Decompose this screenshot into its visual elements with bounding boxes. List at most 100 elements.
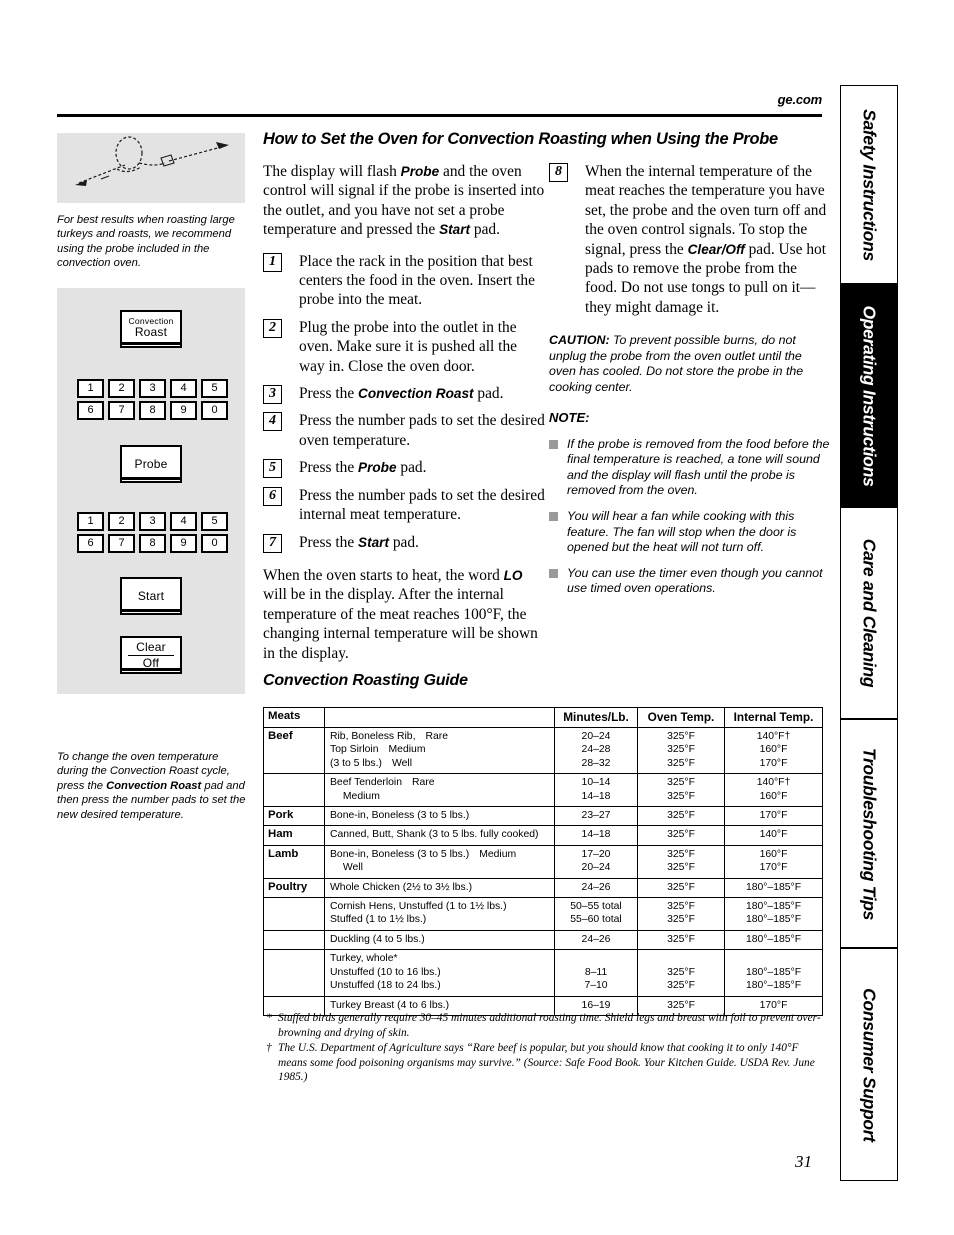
closing-bold-lo: LO bbox=[503, 567, 523, 583]
tab-safety-instructions[interactable]: Safety Instructions bbox=[840, 85, 898, 284]
row-internal-temp: 180°–185°F 180°–185°F bbox=[724, 949, 823, 997]
number-key-6[interactable]: 6 bbox=[77, 401, 104, 420]
header-minutes-per-lb: Minutes/Lb. bbox=[554, 707, 638, 728]
step-2: 2 Plug the probe into the outlet in the … bbox=[263, 318, 545, 376]
footnote-asterisk: * Stuffed birds generally require 30–45 … bbox=[266, 1011, 826, 1040]
row-oven-temp: 325°F 325°F bbox=[637, 844, 725, 879]
instructions-column-right: 8 When the internal temperature of the m… bbox=[549, 162, 832, 597]
tab-troubleshooting-tips[interactable]: Troubleshooting Tips bbox=[840, 719, 898, 948]
step-5-post: pad. bbox=[396, 459, 427, 477]
tab-operating-instructions[interactable]: Operating Instructions bbox=[840, 284, 898, 507]
section-tab-strip: Safety Instructions Operating Instruction… bbox=[840, 85, 898, 1181]
row-description: Whole Chicken (2½ to 3½ lbs.) bbox=[324, 877, 555, 899]
step-4: 4 Press the number pads to set the desir… bbox=[263, 411, 545, 450]
number-key-8[interactable]: 8 bbox=[139, 401, 166, 420]
row-description: Cornish Hens, Unstuffed (1 to 1½ lbs.) St… bbox=[324, 897, 555, 931]
table-row: Beef Tenderloin Rare Medium 10–14 14–18 325°… bbox=[263, 773, 823, 808]
number-key-3[interactable]: 3 bbox=[139, 379, 166, 398]
number-key-2[interactable]: 2 bbox=[108, 379, 135, 398]
table-row: Duckling (4 to 5 lbs.) 24–26 325°F 180°–185… bbox=[263, 929, 823, 951]
number-key-7-b[interactable]: 7 bbox=[108, 534, 135, 553]
row-oven-temp: 325°F bbox=[637, 929, 725, 951]
step-5-number: 5 bbox=[263, 459, 282, 479]
row-category bbox=[263, 949, 325, 997]
number-key-0-b[interactable]: 0 bbox=[201, 534, 228, 553]
number-pad-row-1: 1 2 3 4 5 bbox=[77, 379, 229, 398]
closing-part1: When the oven starts to heat, the word bbox=[263, 566, 504, 584]
row-oven-temp: 325°F bbox=[637, 806, 725, 827]
header-divider bbox=[57, 114, 822, 117]
table-footnotes: * Stuffed birds generally require 30–45 … bbox=[266, 1011, 826, 1085]
step-3: 3 Press the Convection Roast pad. bbox=[263, 384, 545, 405]
step-3-post: pad. bbox=[473, 385, 504, 403]
number-key-0[interactable]: 0 bbox=[201, 401, 228, 420]
footnote-dagger-text: The U.S. Department of Agriculture says … bbox=[278, 1042, 815, 1084]
note-item-3-text: You can use the timer even though you ca… bbox=[567, 565, 823, 596]
step-2-number: 2 bbox=[263, 318, 282, 338]
step-6: 6 Press the number pads to set the desir… bbox=[263, 486, 545, 525]
tab-label: Troubleshooting Tips bbox=[859, 747, 880, 920]
step-8: 8 When the internal temperature of the m… bbox=[549, 162, 832, 317]
row-description: Duckling (4 to 5 lbs.) bbox=[324, 929, 555, 951]
row-category bbox=[263, 897, 325, 931]
closing-part2: will be in the display. After the intern… bbox=[263, 586, 538, 662]
number-key-3-b[interactable]: 3 bbox=[139, 512, 166, 531]
number-key-6-b[interactable]: 6 bbox=[77, 534, 104, 553]
number-key-1[interactable]: 1 bbox=[77, 379, 104, 398]
tab-label: Consumer Support bbox=[859, 987, 880, 1142]
number-key-9-b[interactable]: 9 bbox=[170, 534, 197, 553]
number-pad-row-2: 6 7 8 9 0 bbox=[77, 401, 229, 420]
footnote-asterisk-text: Stuffed birds generally require 30–45 mi… bbox=[278, 1012, 821, 1039]
header-description bbox=[324, 707, 555, 728]
number-key-2-b[interactable]: 2 bbox=[108, 512, 135, 531]
note-label: NOTE: bbox=[549, 409, 590, 425]
convection-roast-pad-underline bbox=[122, 342, 180, 345]
row-oven-temp: 325°F 325°F bbox=[637, 773, 725, 808]
step-2-text: Plug the probe into the outlet in the ov… bbox=[299, 318, 517, 375]
step-3-pre: Press the bbox=[299, 385, 358, 403]
table-header-row: Meats Minutes/Lb. Oven Temp. Internal Te… bbox=[263, 707, 823, 728]
row-minutes-per-lb: 20–24 24–28 28–32 bbox=[554, 726, 638, 775]
table-row: Cornish Hens, Unstuffed (1 to 1½ lbs.) St… bbox=[263, 897, 823, 931]
row-description: Bone-in, Boneless (3 to 5 lbs.) bbox=[324, 806, 555, 827]
step-4-number: 4 bbox=[263, 412, 282, 432]
row-internal-temp: 140°F bbox=[724, 825, 823, 846]
row-description: Beef Tenderloin Rare Medium bbox=[324, 773, 555, 808]
row-minutes-per-lb: 50–55 total 55–60 total bbox=[554, 897, 638, 931]
note-item-2: You will hear a fan while cooking with t… bbox=[549, 509, 832, 556]
row-internal-temp: 140°F† 160°F bbox=[724, 773, 823, 808]
number-key-1-b[interactable]: 1 bbox=[77, 512, 104, 531]
row-oven-temp: 325°F 325°F bbox=[637, 949, 725, 997]
row-internal-temp: 180°–185°F 180°–185°F bbox=[724, 897, 823, 931]
number-key-9[interactable]: 9 bbox=[170, 401, 197, 420]
sidebar-note-bold: Convection Roast bbox=[106, 779, 202, 792]
row-oven-temp: 325°F 325°F bbox=[637, 897, 725, 931]
step-5-pre: Press the bbox=[299, 459, 358, 477]
step-7-pre: Press the bbox=[299, 533, 358, 551]
row-category: Pork bbox=[263, 806, 325, 827]
tab-consumer-support[interactable]: Consumer Support bbox=[840, 948, 898, 1181]
step-7-post: pad. bbox=[388, 533, 419, 551]
number-key-5[interactable]: 5 bbox=[201, 379, 228, 398]
row-minutes-per-lb: 23–27 bbox=[554, 806, 638, 827]
row-internal-temp: 160°F 170°F bbox=[724, 844, 823, 879]
header-internal-temp: Internal Temp. bbox=[724, 707, 823, 728]
number-key-8-b[interactable]: 8 bbox=[139, 534, 166, 553]
number-key-7[interactable]: 7 bbox=[108, 401, 135, 420]
header-oven-temp: Oven Temp. bbox=[637, 707, 725, 728]
step-3-bold: Convection Roast bbox=[358, 386, 474, 402]
intro-part1: The display will flash bbox=[263, 163, 401, 180]
row-internal-temp: 180°–185°F bbox=[724, 929, 823, 951]
row-minutes-per-lb: 8–11 7–10 bbox=[554, 949, 638, 997]
table-row: Pork Bone-in, Boneless (3 to 5 lbs.) 23–27… bbox=[263, 806, 823, 827]
tab-care-and-cleaning[interactable]: Care and Cleaning bbox=[840, 507, 898, 719]
table-row: Lamb Bone-in, Boneless (3 to 5 lbs.) Mediu… bbox=[263, 844, 823, 879]
probe-illustration bbox=[57, 133, 245, 203]
caution-block: CAUTION: To prevent possible burns, do n… bbox=[549, 333, 832, 395]
number-key-4-b[interactable]: 4 bbox=[170, 512, 197, 531]
row-internal-temp: 170°F bbox=[724, 806, 823, 827]
note-item-1-text: If the probe is removed from the food be… bbox=[567, 436, 830, 498]
number-key-5-b[interactable]: 5 bbox=[201, 512, 228, 531]
number-key-4[interactable]: 4 bbox=[170, 379, 197, 398]
row-minutes-per-lb: 17–20 20–24 bbox=[554, 844, 638, 879]
